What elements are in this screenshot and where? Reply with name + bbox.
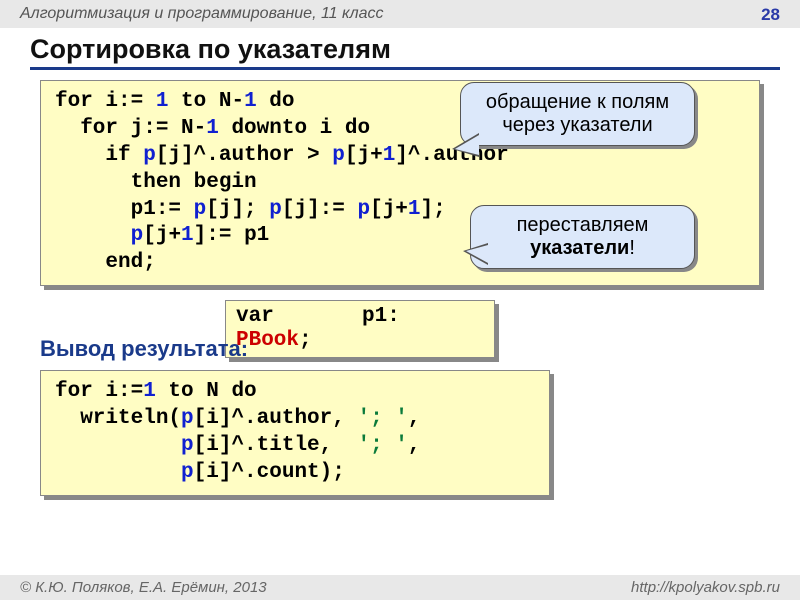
callout-field-access: обращение к полям через указатели xyxy=(460,82,695,146)
bubble2-tail xyxy=(466,245,488,263)
bubble1-tail xyxy=(455,135,479,155)
var-declaration-box: var p1: PBook; xyxy=(225,300,495,358)
slide-title: Сортировка по указателям xyxy=(30,34,780,70)
slide-header: Алгоритмизация и программирование, 11 кл… xyxy=(0,0,800,28)
page-number: 28 xyxy=(761,5,780,25)
subheading-output: Вывод результата: xyxy=(40,336,248,362)
slide-footer: © К.Ю. Поляков, Е.А. Ерёмин, 2013 http:/… xyxy=(0,575,800,600)
course-label: Алгоритмизация и программирование, 11 кл… xyxy=(20,5,384,25)
code-block-output: for i:=1 to N do writeln(p[i]^.author, '… xyxy=(40,370,550,496)
callout-swap-pointers: переставляем указатели! xyxy=(470,205,695,269)
copyright-label: © К.Ю. Поляков, Е.А. Ерёмин, 2013 xyxy=(20,579,267,596)
source-url-label: http://kpolyakov.spb.ru xyxy=(631,579,780,596)
